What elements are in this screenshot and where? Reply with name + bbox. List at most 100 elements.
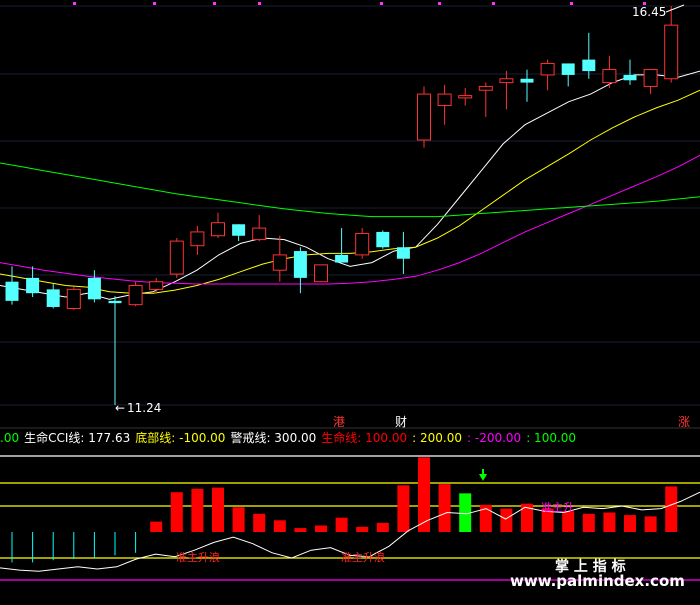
candle <box>499 71 514 110</box>
candles <box>5 6 679 405</box>
price-panel: 16.45 ← 11.24 港 财 涨 <box>0 2 700 429</box>
candle <box>623 59 637 85</box>
cci-bar <box>582 513 595 532</box>
candle <box>540 59 555 91</box>
top-dot-marker <box>213 2 216 5</box>
candle <box>149 277 164 294</box>
candle <box>293 247 307 294</box>
cci-bar <box>170 492 183 532</box>
candle-body <box>437 93 452 107</box>
legend-entry: : 200.00 <box>412 431 462 445</box>
candle <box>46 283 60 309</box>
cci-bar <box>335 517 348 532</box>
candle <box>128 281 143 307</box>
cci-bar <box>150 521 163 532</box>
signal-label-left: 准主升浪 <box>176 550 220 564</box>
candle <box>5 266 19 305</box>
cci-bar <box>603 512 616 532</box>
moving-average-line <box>0 89 700 294</box>
cci-bar <box>438 484 451 532</box>
candle <box>108 296 122 405</box>
candle-body <box>26 277 40 294</box>
candle <box>664 6 679 83</box>
tag-gang: 港 <box>333 415 345 429</box>
cci-bar <box>500 508 513 532</box>
cci-panel: 准主升浪 准主升浪 准主升 掌 上 指 标 www.palmindex.com <box>0 455 700 590</box>
legend-entry: : 100.00 <box>526 431 576 445</box>
low-price-label: 11.24 <box>127 401 161 415</box>
top-dot-marker <box>258 2 261 5</box>
signal-label-right: 准主升 <box>541 501 574 514</box>
candle <box>314 264 328 283</box>
low-price-marker: ← <box>115 401 125 415</box>
candle-body <box>66 288 81 310</box>
candle-body <box>458 95 473 99</box>
candle-body <box>520 78 534 83</box>
legend-entry: 警戒线: 300.00 <box>230 430 316 445</box>
candle <box>355 228 370 259</box>
cci-bar <box>273 520 286 532</box>
signal-label-mid: 准主升浪 <box>341 550 385 564</box>
candle-body <box>5 281 19 301</box>
candle-body <box>169 240 184 275</box>
candle <box>478 82 493 118</box>
legend-entry: 生命CCI线: 177.63 <box>24 430 130 445</box>
website-label: www.palmindex.com <box>510 572 685 590</box>
candle-body <box>190 231 205 247</box>
top-dot-marker <box>380 2 383 5</box>
cci-bar <box>376 522 389 532</box>
candle <box>643 69 658 95</box>
candle-body <box>643 69 658 87</box>
moving-average-line <box>0 70 700 300</box>
candle-body <box>582 59 596 72</box>
cci-bar <box>356 526 369 532</box>
candle-body <box>46 289 60 307</box>
moving-average-lines <box>0 70 700 300</box>
candle-body <box>602 69 617 84</box>
candle <box>376 230 390 249</box>
legend-entry: .00 <box>0 431 19 445</box>
candle-body <box>87 277 101 300</box>
candle-body <box>355 232 370 256</box>
cci-bar <box>665 486 678 532</box>
top-dot-marker <box>570 2 573 5</box>
tag-zhang: 涨 <box>678 414 690 429</box>
candle-body <box>376 231 390 248</box>
moving-average-line <box>0 162 700 218</box>
candle <box>252 215 267 242</box>
top-dot-marker <box>492 2 495 5</box>
candle <box>335 228 349 263</box>
candle <box>169 238 184 278</box>
candle-body <box>232 224 246 236</box>
candle-body <box>252 227 267 241</box>
cci-bar <box>397 485 410 532</box>
candle-body <box>128 285 143 306</box>
candle <box>26 266 40 298</box>
candle <box>190 225 205 255</box>
candle-body <box>293 251 307 278</box>
cci-bar <box>644 516 657 532</box>
candle-body <box>211 222 225 237</box>
candle-body <box>561 63 575 75</box>
cci-bar <box>212 487 224 532</box>
candle-body <box>108 300 122 304</box>
tag-cai: 财 <box>395 415 407 429</box>
candle <box>437 84 452 125</box>
candle-body <box>272 254 287 271</box>
cci-bar <box>315 525 327 532</box>
candle-body <box>623 74 637 81</box>
cci-bar <box>624 515 636 532</box>
candle <box>582 32 596 79</box>
candle-body <box>540 62 555 76</box>
candle-body <box>417 93 431 141</box>
candle-body <box>664 24 679 80</box>
cci-bar <box>253 513 266 532</box>
candle-body <box>149 281 164 290</box>
moving-average-line <box>0 154 700 285</box>
cci-bars <box>11 457 678 563</box>
cci-bar <box>562 511 575 532</box>
candle-body <box>335 254 349 263</box>
legend-entry: 生命线: 100.00 <box>321 430 407 445</box>
top-dots <box>73 2 646 5</box>
indicator-legend: .00 生命CCI线: 177.63 底部线: -100.00 警戒线: 300.00… <box>0 430 576 445</box>
